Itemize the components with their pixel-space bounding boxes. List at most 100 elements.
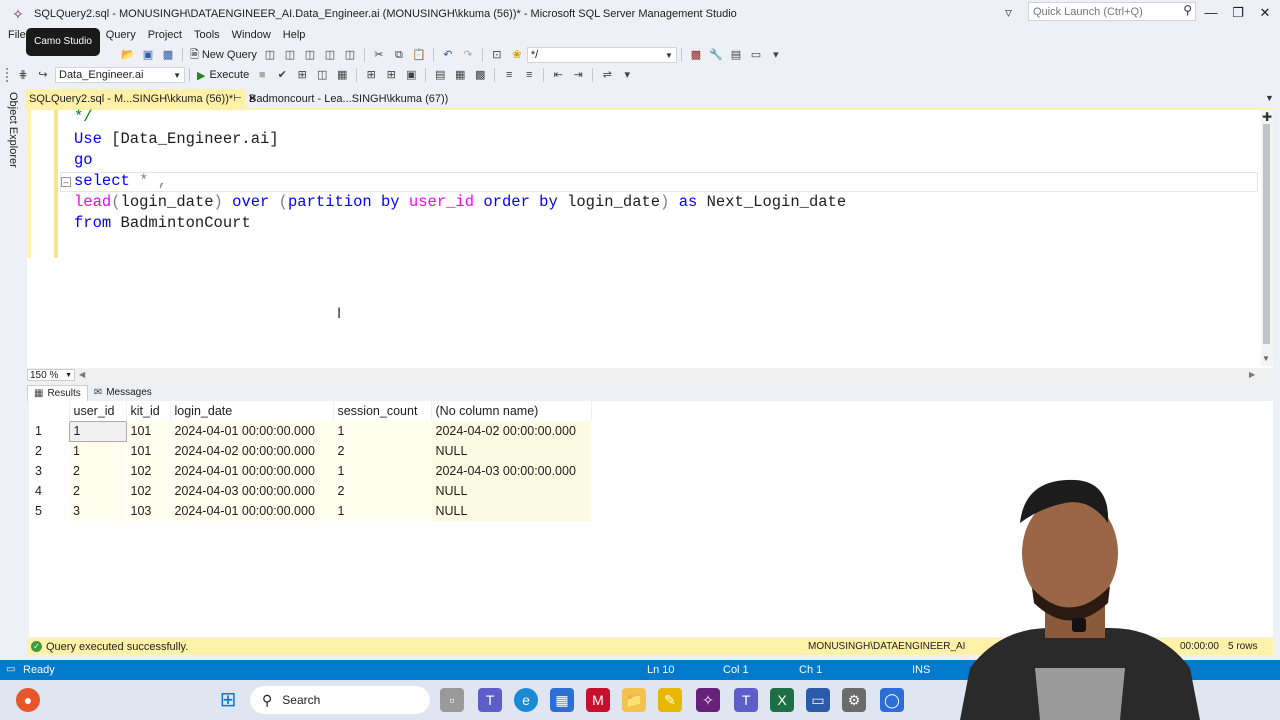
- table-row[interactable]: 1 1 101 2024-04-01 00:00:00.000 1 2024-0…: [29, 420, 591, 442]
- windows-start-icon[interactable]: ⊞: [216, 688, 240, 712]
- table-row[interactable]: 2 1 101 2024-04-02 00:00:00.000 2 NULL: [29, 441, 591, 461]
- grid-cell[interactable]: 3: [69, 501, 127, 521]
- minimize-button[interactable]: —: [1198, 3, 1224, 23]
- camo-icon[interactable]: ◯: [880, 688, 904, 712]
- grid-cell[interactable]: NULL: [431, 441, 591, 461]
- estimated-plan-icon[interactable]: ⊞: [293, 67, 311, 83]
- quick-launch-input[interactable]: [1033, 5, 1173, 18]
- comment-combo[interactable]: */ ▼: [526, 47, 677, 63]
- table-row[interactable]: 4 2 102 2024-04-03 00:00:00.000 2 NULL: [29, 481, 591, 501]
- grid-cell[interactable]: 1: [333, 421, 432, 441]
- mcafee-icon[interactable]: M: [586, 688, 610, 712]
- grid-cell[interactable]: 2024-04-01 00:00:00.000: [170, 501, 334, 521]
- teams-chat-icon[interactable]: T: [734, 688, 758, 712]
- menu-help[interactable]: Help: [277, 29, 312, 41]
- debug-icon[interactable]: ❀: [508, 47, 526, 63]
- save-all-icon[interactable]: ▩: [159, 47, 177, 63]
- store-icon[interactable]: ▦: [550, 688, 574, 712]
- actual-plan-icon[interactable]: ⊞: [362, 67, 380, 83]
- teams-icon[interactable]: T: [478, 688, 502, 712]
- settings-gear-icon[interactable]: ⚙: [842, 688, 866, 712]
- execute-button[interactable]: ▶ Execute: [194, 69, 252, 82]
- results-to-grid-icon[interactable]: ▦: [451, 67, 469, 83]
- grid-cell[interactable]: 2024-04-01 00:00:00.000: [170, 421, 334, 441]
- db-query-icon[interactable]: ◫: [261, 47, 279, 63]
- notes-icon[interactable]: ✎: [658, 688, 682, 712]
- scroll-left-icon[interactable]: ◀: [79, 370, 85, 379]
- search-icon[interactable]: ⚲: [1183, 3, 1192, 17]
- column-header[interactable]: login_date: [170, 401, 334, 421]
- save-icon[interactable]: ▣: [139, 47, 157, 63]
- grid-cell[interactable]: 103: [126, 501, 171, 521]
- pin-icon[interactable]: ⊢: [233, 93, 242, 104]
- tab-list-dropdown-icon[interactable]: ▼: [1265, 93, 1274, 103]
- xmla-query-icon[interactable]: ◫: [321, 47, 339, 63]
- grid-cell[interactable]: 2: [69, 461, 127, 481]
- scroll-right-icon[interactable]: ▶: [1249, 370, 1255, 379]
- wrench-icon[interactable]: 🔧: [707, 47, 725, 63]
- redo-icon[interactable]: ↷: [459, 47, 477, 63]
- new-query-button[interactable]: 🗎 New Query: [187, 46, 260, 65]
- split-icon[interactable]: ✚: [1262, 110, 1272, 124]
- tab-badmoncourt[interactable]: Badmoncourt - Lea...SINGH\kkuma (67)): [245, 89, 465, 108]
- grid-cell[interactable]: 2: [333, 481, 432, 501]
- edge-icon[interactable]: e: [514, 688, 538, 712]
- file-explorer-icon[interactable]: 📁: [622, 688, 646, 712]
- customize-icon[interactable]: ▾: [767, 47, 785, 63]
- grid-cell[interactable]: 2024-04-01 00:00:00.000: [170, 461, 334, 481]
- connect-icon[interactable]: ⋕: [14, 67, 32, 83]
- scroll-down-icon[interactable]: ▼: [1262, 354, 1270, 363]
- grid-cell[interactable]: 2: [69, 481, 127, 501]
- grid-cell[interactable]: 2024-04-03 00:00:00.000: [431, 461, 591, 481]
- row-number[interactable]: 3: [29, 461, 69, 481]
- results-to-file-icon[interactable]: ▩: [471, 67, 489, 83]
- menu-project[interactable]: Project: [142, 29, 188, 41]
- grid-cell[interactable]: 1: [333, 461, 432, 481]
- zoom-combo[interactable]: 150 % ▼: [27, 369, 75, 381]
- grid-cell[interactable]: 2024-04-02 00:00:00.000: [170, 441, 334, 461]
- copy-icon[interactable]: ⧉: [390, 47, 408, 63]
- intellisense-icon[interactable]: ▦: [333, 67, 351, 83]
- dax-query-icon[interactable]: ◫: [341, 47, 359, 63]
- column-header[interactable]: kit_id: [126, 401, 171, 421]
- column-header[interactable]: session_count: [333, 401, 432, 421]
- specify-values-icon[interactable]: ⇌: [598, 67, 616, 83]
- collapse-icon[interactable]: –: [61, 177, 71, 187]
- decrease-indent-icon[interactable]: ⇤: [549, 67, 567, 83]
- close-window-button[interactable]: ✕: [1252, 3, 1278, 23]
- column-header[interactable]: user_id: [69, 401, 127, 421]
- grid-cell[interactable]: 101: [126, 441, 171, 461]
- object-explorer-tab[interactable]: Object Explorer: [7, 92, 19, 168]
- grid-cell[interactable]: 2024-04-03 00:00:00.000: [170, 481, 334, 501]
- menu-query[interactable]: Query: [100, 29, 142, 41]
- editor-vertical-scrollbar[interactable]: ✚ ▲ ▼: [1261, 110, 1273, 366]
- change-connection-icon[interactable]: ↪: [34, 67, 52, 83]
- toolbox-icon[interactable]: ▤: [727, 47, 745, 63]
- notification-filter-icon[interactable]: ▿: [1005, 4, 1021, 22]
- comment-out-icon[interactable]: ≡: [500, 67, 518, 83]
- notification-app-icon[interactable]: ●: [16, 688, 40, 712]
- paste-icon[interactable]: 📋: [410, 47, 428, 63]
- table-row[interactable]: 5 3 103 2024-04-01 00:00:00.000 1 NULL: [29, 501, 591, 521]
- mdx-query-icon[interactable]: ◫: [281, 47, 299, 63]
- grid-cell[interactable]: 102: [126, 461, 171, 481]
- live-stats-icon[interactable]: ⊞: [382, 67, 400, 83]
- grid-cell[interactable]: 1: [68, 420, 127, 442]
- scrollbar-thumb[interactable]: [1263, 124, 1270, 344]
- menu-window[interactable]: Window: [226, 29, 277, 41]
- grid-cell[interactable]: 2024-04-02 00:00:00.000: [431, 421, 591, 441]
- ssms-taskbar-icon[interactable]: ✧: [696, 688, 720, 712]
- results-to-text-icon[interactable]: ▤: [431, 67, 449, 83]
- increase-indent-icon[interactable]: ⇥: [569, 67, 587, 83]
- window-layout-icon[interactable]: ▭: [747, 47, 765, 63]
- client-stats-icon[interactable]: ▣: [402, 67, 420, 83]
- navigate-icon[interactable]: ⊡: [488, 47, 506, 63]
- tab-sqlquery2[interactable]: SQLQuery2.sql - M...SINGH\kkuma (56))* ⊢…: [25, 89, 257, 108]
- results-grid[interactable]: user_id kit_id login_date session_count …: [29, 401, 592, 521]
- row-number[interactable]: 5: [29, 501, 69, 521]
- row-number[interactable]: 1: [29, 421, 69, 441]
- grid-cell[interactable]: 102: [126, 481, 171, 501]
- tab-messages[interactable]: ✉ Messages: [88, 385, 158, 401]
- table-row[interactable]: 3 2 102 2024-04-01 00:00:00.000 1 2024-0…: [29, 461, 591, 481]
- grid-cell[interactable]: NULL: [431, 501, 591, 521]
